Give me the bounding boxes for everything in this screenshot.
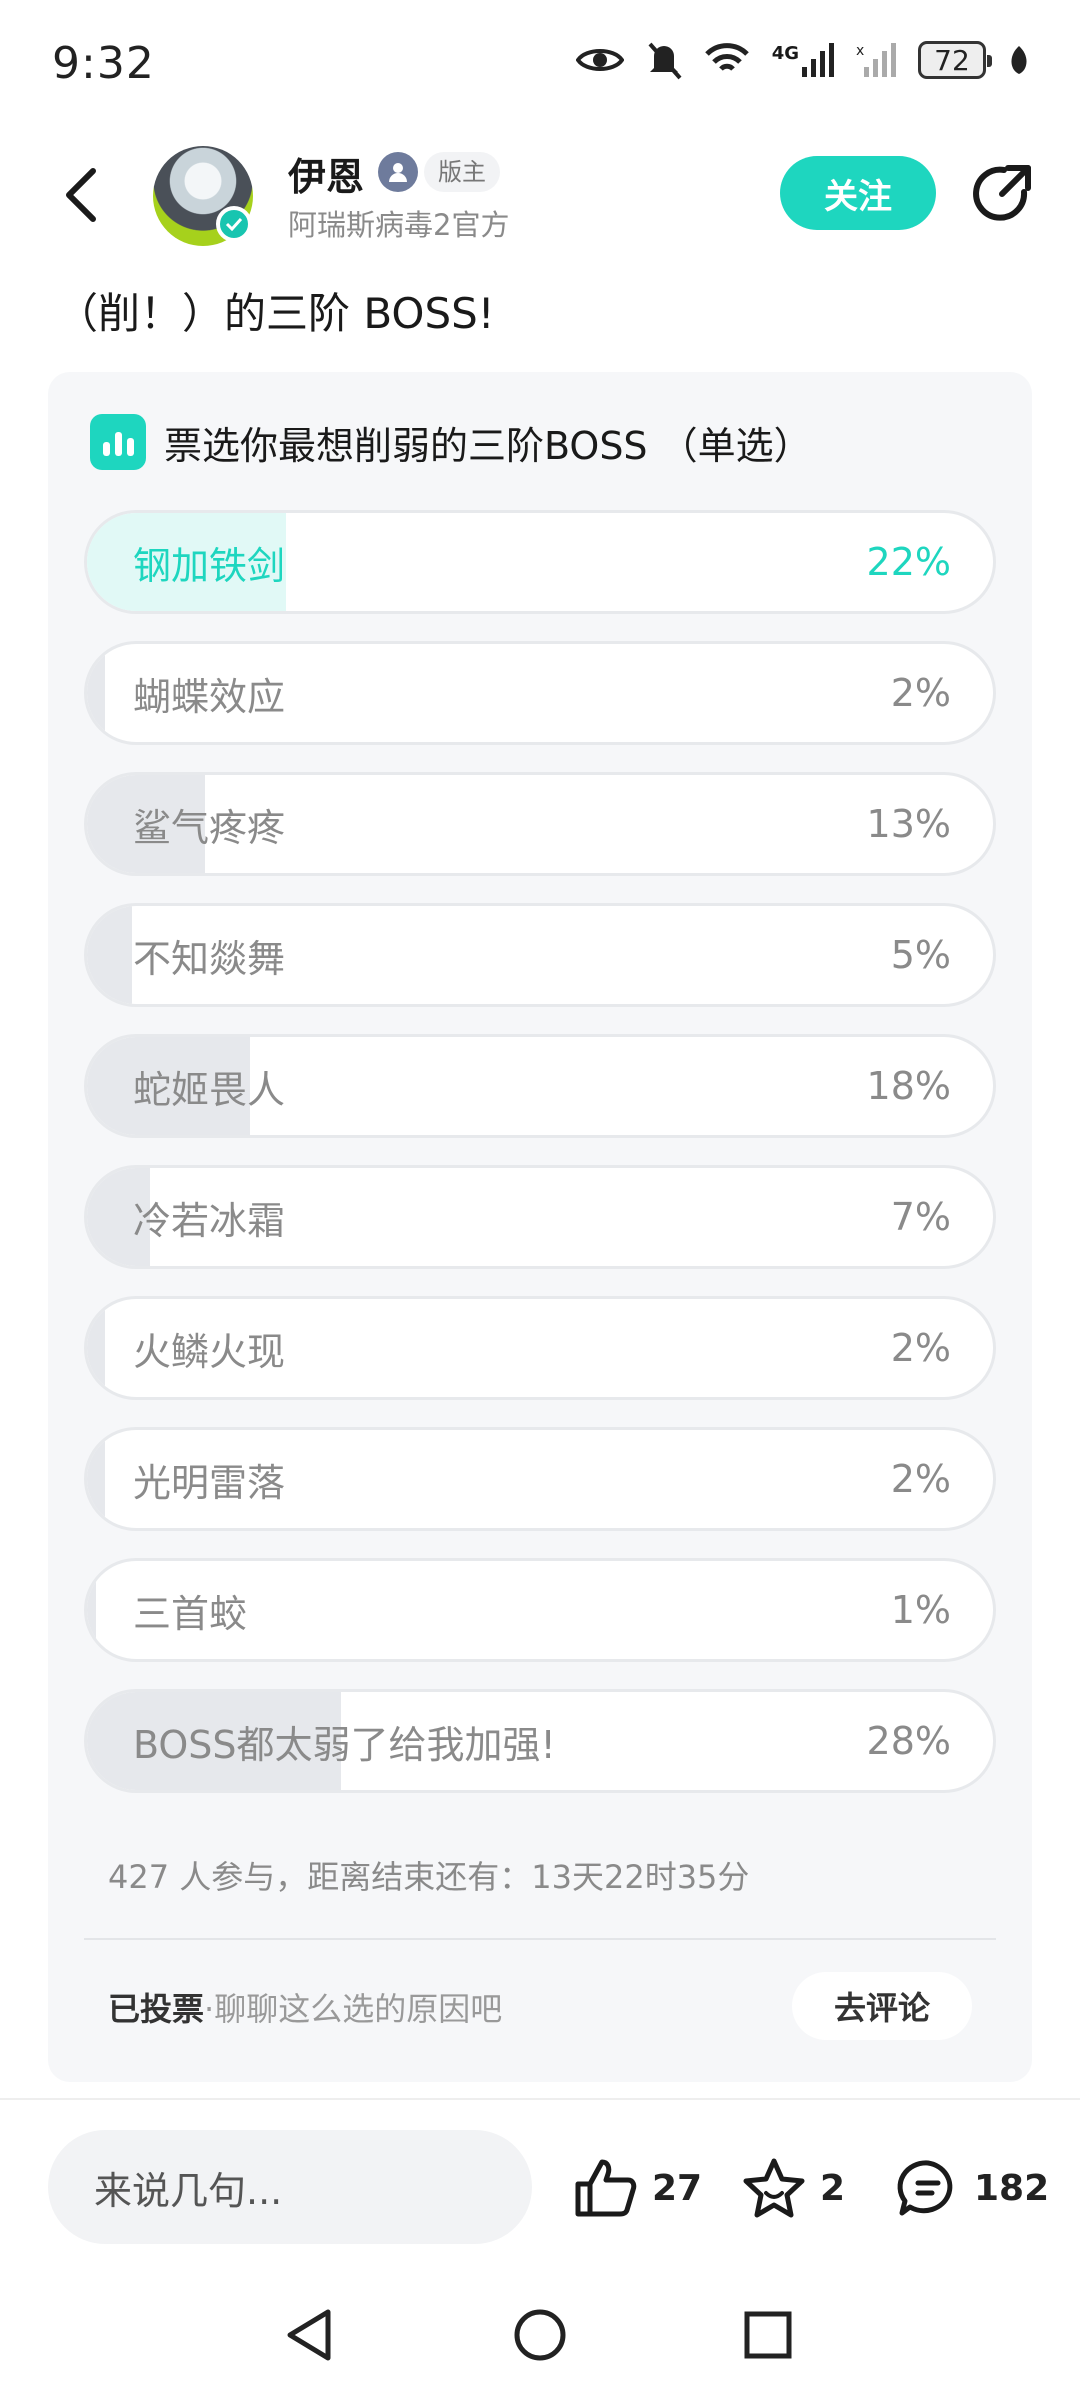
poll-option-percent: 5% xyxy=(890,933,951,977)
share-icon xyxy=(973,165,1031,221)
poll-option-label: 火鳞火现 xyxy=(133,1329,286,1374)
poll-option-percent: 2% xyxy=(890,671,951,715)
poll-option-label: BOSS都太弱了给我加强! xyxy=(133,1722,556,1767)
poll-option-label: 光明雷落 xyxy=(133,1460,286,1505)
poll-option[interactable]: 冷若冰霜 7% xyxy=(84,1165,996,1269)
poll-title: 票选你最想削弱的三阶BOSS （单选） xyxy=(164,423,812,468)
poll-option[interactable]: BOSS都太弱了给我加强! 28% xyxy=(84,1689,996,1793)
like-button[interactable]: 27 xyxy=(574,2146,702,2230)
signal-icon: x xyxy=(856,43,896,77)
nav-back-button[interactable] xyxy=(274,2300,344,2370)
poll-option-percent: 22% xyxy=(866,540,951,584)
poll-title-row: 票选你最想削弱的三阶BOSS （单选） xyxy=(90,414,812,470)
verified-icon xyxy=(216,206,252,242)
poll-option-percent: 2% xyxy=(890,1326,951,1370)
nav-recents-button[interactable] xyxy=(733,2300,803,2370)
favorite-count: 2 xyxy=(820,2167,846,2209)
nav-back-icon xyxy=(287,2309,331,2361)
eye-icon xyxy=(575,49,624,71)
poll-option[interactable]: 蛇姬畏人 18% xyxy=(84,1034,996,1138)
status-time: 9:32 xyxy=(52,38,155,89)
poll-option[interactable]: 不知燚舞 5% xyxy=(84,903,996,1007)
like-icon xyxy=(575,2159,637,2217)
battery-indicator: 72 xyxy=(918,41,992,79)
poll-option-percent: 7% xyxy=(890,1195,951,1239)
share-button[interactable] xyxy=(966,158,1038,230)
poll-option-label: 三首蛟 xyxy=(133,1591,248,1636)
comment-icon xyxy=(897,2160,953,2216)
go-comment-button[interactable]: 去评论 xyxy=(792,1972,972,2040)
voted-row: 已投票·聊聊这么选的原因吧 xyxy=(108,1984,502,2030)
signal-icon xyxy=(802,43,834,77)
mute-bell-icon xyxy=(648,42,682,80)
poll-option-percent: 18% xyxy=(866,1064,951,1108)
poll-option-percent: 2% xyxy=(890,1457,951,1501)
nav-home-icon xyxy=(514,2309,566,2361)
post-text: （削！）的三阶 BOSS! xyxy=(56,289,495,338)
back-button[interactable] xyxy=(50,160,110,230)
voted-label: 已投票 xyxy=(108,1990,205,2028)
system-nav-bar xyxy=(0,2270,1080,2388)
poll-option-fill xyxy=(87,906,133,1004)
poll-stats: 427 人参与，距离结束还有：13天22时35分 xyxy=(108,1858,750,1896)
nav-recents-icon xyxy=(744,2311,792,2359)
poll-option-fill xyxy=(87,1299,106,1397)
poll-divider xyxy=(84,1938,996,1940)
comment-input[interactable]: 来说几句... xyxy=(48,2130,532,2244)
comment-count: 182 xyxy=(974,2167,1050,2209)
comments-button[interactable]: 182 xyxy=(896,2146,1049,2230)
wifi-icon xyxy=(704,43,749,71)
user-name[interactable]: 伊恩 xyxy=(288,146,364,201)
star-icon xyxy=(743,2158,805,2218)
poll-option[interactable]: 蝴蝶效应 2% xyxy=(84,641,996,745)
bottom-divider xyxy=(0,2098,1080,2100)
poll-option[interactable]: 钢加铁剑 22% xyxy=(84,510,996,614)
poll-option-fill xyxy=(87,1561,97,1659)
favorite-button[interactable]: 2 xyxy=(742,2146,845,2230)
poll-option-percent: 1% xyxy=(890,1588,951,1632)
like-count: 27 xyxy=(652,2167,703,2209)
poll-chart-icon xyxy=(90,414,146,470)
poll-option-fill xyxy=(87,1430,106,1528)
network-type: 4G xyxy=(771,43,799,64)
leaf-icon xyxy=(1011,46,1027,74)
status-bar: 9:32 4G x 72 xyxy=(0,0,1080,130)
user-badge-icon xyxy=(378,152,418,192)
poll-option-label: 冷若冰霜 xyxy=(133,1198,286,1243)
voted-hint: ·聊聊这么选的原因吧 xyxy=(204,1990,503,2028)
poll-option-label: 蝴蝶效应 xyxy=(133,674,286,719)
poll-option[interactable]: 火鳞火现 2% xyxy=(84,1296,996,1400)
user-subtitle: 阿瑞斯病毒2官方 xyxy=(288,208,510,242)
poll-option[interactable]: 鲨气疼疼 13% xyxy=(84,772,996,876)
nav-home-button[interactable] xyxy=(505,2300,575,2370)
role-badge: 版主 xyxy=(424,152,500,192)
signal-4g: 4G xyxy=(772,43,834,77)
post-header: 伊恩 版主 阿瑞斯病毒2官方 关注 xyxy=(0,140,1080,252)
poll-option-percent: 13% xyxy=(866,802,951,846)
poll-option-label: 蛇姬畏人 xyxy=(133,1067,286,1112)
poll-option-fill xyxy=(87,644,106,742)
status-icons: 4G x 72 xyxy=(575,40,1030,80)
poll-option-label: 鲨气疼疼 xyxy=(133,805,286,850)
poll-option[interactable]: 光明雷落 2% xyxy=(84,1427,996,1531)
back-arrow-icon xyxy=(66,168,96,222)
svg-text:x: x xyxy=(856,43,864,59)
poll-option-label: 不知燚舞 xyxy=(133,936,286,981)
poll-option-percent: 28% xyxy=(866,1719,951,1763)
follow-button[interactable]: 关注 xyxy=(780,156,936,230)
poll-option[interactable]: 三首蛟 1% xyxy=(84,1558,996,1662)
poll-option-label: 钢加铁剑 xyxy=(133,543,286,588)
poll-card: 票选你最想削弱的三阶BOSS （单选） 钢加铁剑 22% 蝴蝶效应 2% 鲨气疼疼 13%… xyxy=(48,372,1032,2082)
